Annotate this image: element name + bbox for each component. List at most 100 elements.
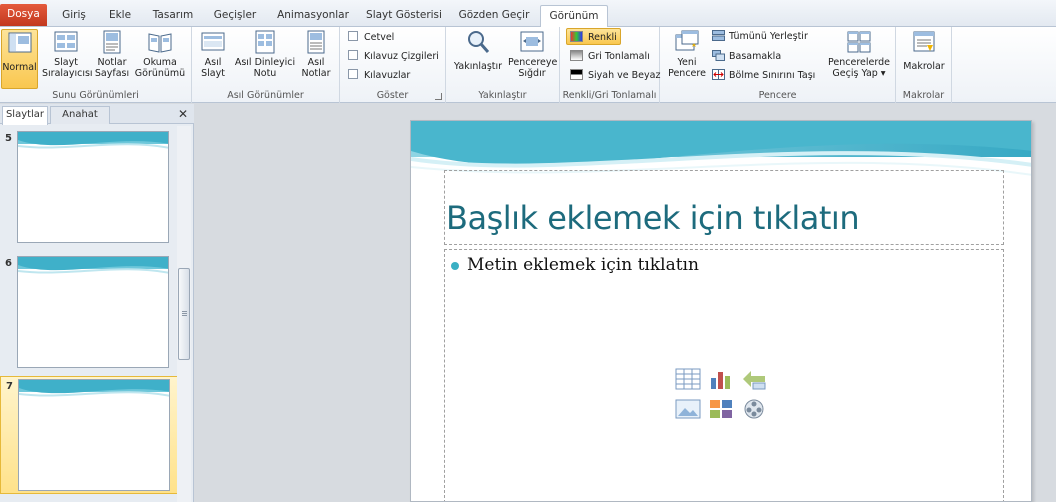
normal-view-icon <box>8 32 31 53</box>
cascade-button[interactable]: Basamakla <box>712 48 781 65</box>
group-master-views: Asıl Slayt Asıl Dinleyici Notu Asıl Notl… <box>192 27 340 103</box>
reading-view-button[interactable]: Okuma Görünümü <box>134 29 186 79</box>
tab-review[interactable]: Gözden Geçir <box>455 5 533 27</box>
group-label-master-views: Asıl Görünümler <box>227 90 304 101</box>
insert-picture-icon[interactable] <box>675 398 701 420</box>
zoom-button[interactable]: Yakınlaştır <box>450 29 506 72</box>
new-window-button[interactable]: Yeni Pencere <box>666 29 708 79</box>
black-white-button[interactable]: Siyah ve Beyaz <box>570 67 660 84</box>
close-icon[interactable]: ✕ <box>178 107 188 121</box>
reading-view-label-2: Görünümü <box>134 68 186 79</box>
gridlines-check-box[interactable] <box>348 50 358 60</box>
notes-page-button[interactable]: Notlar Sayfası <box>92 29 132 79</box>
slide-master-button[interactable]: Asıl Slayt <box>196 29 230 79</box>
group-label-window: Pencere <box>758 90 797 101</box>
ribbon: Normal Slayt Sıralayıcısı Notlar Sayfası… <box>0 27 1056 103</box>
cascade-label: Basamakla <box>729 51 782 62</box>
insert-clipart-icon[interactable] <box>708 398 734 420</box>
guides-label: Kılavuzlar <box>364 70 411 81</box>
fit-to-window-icon <box>520 31 544 52</box>
title-text: Başlık eklemek için tıklatın <box>446 199 860 237</box>
slide-thumbnail-selected[interactable]: 7 <box>0 376 178 494</box>
ruler-check-box[interactable] <box>348 31 358 41</box>
wave-decoration <box>18 257 168 274</box>
group-label-macros: Makrolar <box>902 90 945 101</box>
reading-view-icon <box>148 33 172 53</box>
slide-sorter-label-2: Sıralayıcısı <box>42 68 93 79</box>
cascade-icon <box>712 50 725 61</box>
slide-master-label-1: Asıl <box>204 57 222 68</box>
slide-canvas[interactable]: Başlık eklemek için tıklatın Metin eklem… <box>410 120 1032 502</box>
ruler-label: Cetvel <box>364 32 395 43</box>
title-placeholder[interactable]: Başlık eklemek için tıklatın <box>444 170 1004 245</box>
group-label-zoom: Yakınlaştır <box>478 90 527 101</box>
notes-master-button[interactable]: Asıl Notlar <box>298 29 334 79</box>
bullet-icon <box>451 262 459 270</box>
insert-smartart-icon[interactable] <box>741 368 767 390</box>
slide-master-icon <box>201 32 225 51</box>
tab-transitions[interactable]: Geçişler <box>207 5 263 27</box>
macros-button[interactable]: Makrolar <box>900 29 948 72</box>
notes-master-label-1: Asıl <box>307 57 325 68</box>
tab-slideshow[interactable]: Slayt Gösterisi <box>362 5 446 27</box>
tab-slides[interactable]: Slaytlar <box>2 106 48 125</box>
normal-view-button[interactable]: Normal <box>1 29 38 89</box>
move-split-button[interactable]: Bölme Sınırını Taşı <box>712 67 815 84</box>
tab-file[interactable]: Dosya <box>0 4 47 26</box>
slide-number: 6 <box>5 258 12 269</box>
color-swatch-icon <box>570 31 583 42</box>
body-text: Metin eklemek için tıklatın <box>467 255 699 275</box>
gridlines-checkbox[interactable]: Kılavuz Çizgileri <box>348 48 439 65</box>
notes-page-icon <box>103 30 121 54</box>
panel-scrollbar[interactable] <box>177 126 191 502</box>
reading-view-label-1: Okuma <box>143 57 177 68</box>
slide-master-label-2: Slayt <box>201 68 225 79</box>
fit-to-window-button[interactable]: Pencereye Sığdır <box>508 29 557 79</box>
switch-windows-button[interactable]: Pencerelerde Geçiş Yap ▾ <box>826 29 892 79</box>
tab-view[interactable]: Görünüm <box>540 5 608 28</box>
new-window-label-2: Pencere <box>668 68 706 79</box>
notes-master-icon <box>307 30 325 54</box>
slide-thumbnail[interactable]: 5 <box>0 129 178 247</box>
group-show: Cetvel Kılavuz Çizgileri Kılavuzlar Göst… <box>340 27 446 103</box>
grayscale-swatch-icon <box>570 50 583 61</box>
group-presentation-views: Normal Slayt Sıralayıcısı Notlar Sayfası… <box>0 27 192 103</box>
insert-chart-icon[interactable] <box>708 368 734 390</box>
guides-check-box[interactable] <box>348 69 358 79</box>
tab-home[interactable]: Giriş <box>55 5 93 27</box>
slide-thumbnail-image <box>17 256 169 368</box>
wave-decoration <box>19 380 169 397</box>
notes-master-label-2: Notlar <box>301 68 331 79</box>
tab-design[interactable]: Tasarım <box>146 5 200 27</box>
insert-table-icon[interactable] <box>675 368 701 390</box>
normal-view-label: Normal <box>2 62 37 73</box>
slide-number: 7 <box>6 381 13 392</box>
grayscale-label: Gri Tonlamalı <box>588 51 650 62</box>
handout-master-button[interactable]: Asıl Dinleyici Notu <box>234 29 296 79</box>
slide-thumbnail[interactable]: 6 <box>0 254 178 372</box>
ribbon-tab-bar: Dosya Giriş Ekle Tasarım Geçişler Animas… <box>0 0 1056 28</box>
group-label-show: Göster <box>376 90 409 101</box>
fit-label-2: Sığdır <box>518 68 546 79</box>
slide-thumbnail-image <box>17 131 169 243</box>
ruler-checkbox[interactable]: Cetvel <box>348 29 394 46</box>
color-button[interactable]: Renkli <box>566 28 621 45</box>
show-dialog-launcher-icon[interactable] <box>435 93 442 100</box>
tab-animations[interactable]: Animasyonlar <box>272 5 354 27</box>
handout-master-label-1: Asıl Dinleyici <box>234 57 296 68</box>
grayscale-button[interactable]: Gri Tonlamalı <box>570 48 650 65</box>
content-placeholder[interactable]: Metin eklemek için tıklatın <box>444 249 1004 501</box>
tab-insert[interactable]: Ekle <box>102 5 138 27</box>
notes-page-label-1: Notlar <box>97 57 127 68</box>
guides-checkbox[interactable]: Kılavuzlar <box>348 67 410 84</box>
scrollbar-grip-icon <box>182 311 187 312</box>
gridlines-label: Kılavuz Çizgileri <box>364 51 439 62</box>
tab-outline[interactable]: Anahat <box>50 106 110 124</box>
insert-media-icon[interactable] <box>741 398 767 420</box>
group-zoom: Yakınlaştır Pencereye Sığdır Yakınlaştır <box>446 27 560 103</box>
arrange-all-button[interactable]: Tümünü Yerleştir <box>712 28 808 45</box>
scrollbar-thumb[interactable] <box>178 268 190 360</box>
switch-windows-icon <box>847 31 871 53</box>
slide-sorter-icon <box>54 31 78 52</box>
slide-sorter-button[interactable]: Slayt Sıralayıcısı <box>42 29 93 79</box>
